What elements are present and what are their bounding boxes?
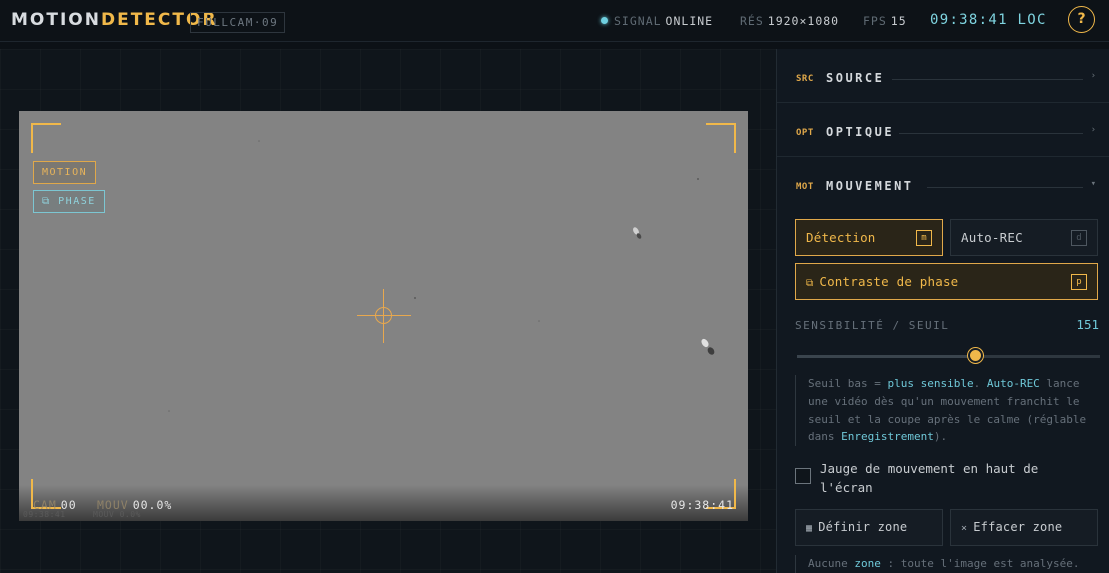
phase-icon: ⧉ (806, 278, 814, 289)
autorec-button[interactable]: Auto-REC d (950, 219, 1098, 256)
viewport-stage: MOTION ⧉ PHASE CAM 00 MOUV 00.0% 09:38:41 … (0, 49, 776, 573)
speck-2 (414, 297, 416, 299)
note-link-enregistrement[interactable]: Enregistrement (841, 430, 934, 443)
particle-2 (701, 338, 709, 348)
grid-icon: ▦ (806, 523, 813, 534)
detection-shortcut: m (916, 230, 932, 246)
gauge-checkbox[interactable] (795, 468, 811, 484)
speck-3 (258, 140, 260, 142)
note-link-plus-sensible: plus sensible (887, 377, 974, 390)
autorec-shortcut: d (1071, 230, 1087, 246)
clear-zone-label: Effacer zone (973, 520, 1063, 534)
resolution-status: RÉS 1920×1080 (740, 14, 839, 28)
sensitivity-slider[interactable] (797, 348, 1100, 363)
section-source[interactable]: SRC SOURCE › (777, 49, 1109, 103)
slider-thumb[interactable] (968, 348, 983, 363)
phase-contrast-button[interactable]: ⧉ Contraste de phase p (795, 263, 1098, 300)
signal-status: SIGNAL ONLINE (601, 14, 713, 28)
autorec-label: Auto-REC (961, 230, 1023, 245)
fps-status: FPS 15 (863, 14, 907, 28)
zone-note: Aucune zone : toute l'image est analysée… (795, 555, 1098, 573)
sensitivity-note: Seuil bas = plus sensible. Auto-REC lanc… (795, 375, 1098, 447)
particle-2-shadow (707, 347, 715, 355)
camera-tag: FULLCAM·09 (190, 12, 286, 33)
crosshair-icon (357, 289, 411, 343)
camera-feed[interactable]: MOTION ⧉ PHASE CAM 00 MOUV 00.0% 09:38:41 … (19, 111, 748, 521)
ghost-timestamp: 09:38:41 (23, 510, 66, 519)
sensitivity-label: SENSIBILITÉ / SEUIL (795, 319, 950, 332)
frame-corner-tr (706, 123, 736, 153)
motion-badge: MOTION (33, 161, 97, 184)
speck-4 (538, 320, 540, 322)
gauge-checkbox-label: Jauge de mouvement en haut de l'écran (820, 461, 1039, 495)
brand-motion: MOTION (11, 10, 101, 30)
note-link-zone: zone (854, 557, 881, 570)
chevron-right-icon: › (1090, 125, 1096, 135)
res-key: RÉS (740, 14, 764, 28)
clock: 09:38:41 LOC (930, 12, 1047, 28)
optique-title: OPTIQUE (826, 125, 895, 139)
note-link-autorec: Auto-REC (986, 377, 1040, 390)
sensitivity-value: 151 (1076, 317, 1099, 332)
control-panel: SRC SOURCE › OPT OPTIQUE › MOT MOUVEMENT… (776, 49, 1109, 573)
section-optique[interactable]: OPT OPTIQUE › (777, 103, 1109, 157)
chevron-down-icon: ▾ (1090, 179, 1096, 189)
frame-corner-tl (31, 123, 61, 153)
feed-timestamp: 09:38:41 (670, 498, 734, 512)
signal-value: ONLINE (665, 14, 714, 28)
source-code: SRC (796, 74, 814, 84)
clear-zone-button[interactable]: × Effacer zone (950, 509, 1098, 546)
define-zone-label: Définir zone (818, 520, 908, 534)
slider-fill (797, 355, 975, 358)
signal-dot-icon (601, 17, 608, 24)
speck-1 (697, 178, 699, 180)
detection-label: Détection (806, 230, 876, 245)
top-bar: MOTIONDETECTOR FULLCAM·09 SIGNAL ONLINE R… (0, 0, 1109, 42)
mouvement-title: MOUVEMENT (826, 179, 914, 193)
help-button[interactable]: ? (1068, 6, 1095, 33)
chevron-right-icon: › (1090, 71, 1096, 81)
optique-code: OPT (796, 128, 814, 138)
mouvement-code: MOT (796, 182, 814, 192)
ghost-mouv: MOUV 0.0% (93, 510, 141, 519)
define-zone-button[interactable]: ▦ Définir zone (795, 509, 943, 546)
speck-5 (168, 410, 170, 412)
phase-label: Contraste de phase (819, 274, 959, 289)
close-icon: × (961, 523, 968, 534)
detection-button[interactable]: Détection m (795, 219, 943, 256)
section-mouvement[interactable]: MOT MOUVEMENT ▾ (777, 157, 1109, 209)
app-logo: MOTIONDETECTOR (11, 10, 218, 30)
phase-shortcut: p (1071, 274, 1087, 290)
source-title: SOURCE (826, 71, 885, 85)
phase-badge: ⧉ PHASE (33, 190, 105, 213)
fps-value: 15 (890, 14, 907, 28)
fps-key: FPS (863, 14, 887, 28)
signal-key: SIGNAL (614, 14, 662, 28)
res-value: 1920×1080 (767, 14, 840, 28)
